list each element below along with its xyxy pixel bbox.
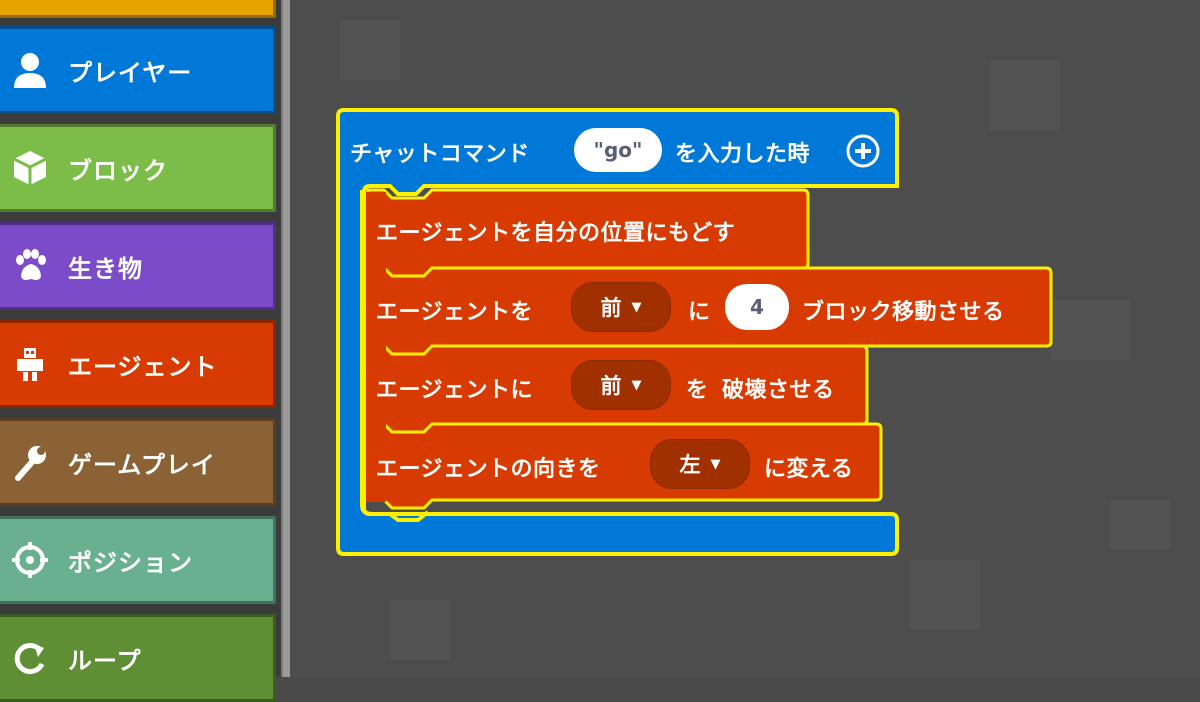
- destroy-block-mid: を: [686, 378, 709, 403]
- category-blocks-label: ブロック: [68, 156, 168, 185]
- destroy-block-prefix: エージェントに: [376, 378, 534, 403]
- category-positions[interactable]: ポジション: [0, 516, 276, 604]
- category-gameplay[interactable]: ゲームプレイ: [0, 418, 276, 506]
- category-player-label: プレイヤー: [68, 58, 193, 87]
- move-direction-value: 前: [600, 296, 622, 320]
- command-input[interactable]: "go": [574, 128, 662, 172]
- category-player[interactable]: プレイヤー: [0, 26, 276, 114]
- category-mobs-label: 生き物: [68, 254, 143, 283]
- category-top-partial[interactable]: [0, 0, 276, 18]
- turn-block-prefix: エージェントの向きを: [376, 457, 601, 482]
- turn-direction-dropdown[interactable]: 左 ▼: [650, 439, 750, 489]
- hat-prefix-text: チャットコマンド: [350, 142, 530, 167]
- toolbox-sidebar: プレイヤー ブロック 生き物 エージェント ゲームプレイ ポジション ループ: [0, 0, 290, 702]
- category-loops-label: ループ: [68, 646, 142, 675]
- destroy-direction-dropdown[interactable]: 前 ▼: [571, 360, 671, 410]
- turn-block-suffix: に変える: [764, 457, 854, 482]
- dropdown-arrow-icon: ▼: [631, 377, 642, 393]
- hat-suffix-text: を入力した時: [675, 142, 811, 167]
- turn-direction-value: 左: [679, 453, 701, 477]
- destroy-block-suffix: 破壊させる: [722, 378, 835, 403]
- move-block-suffix: ブロック移動させる: [802, 300, 1005, 325]
- toolbox-scrollbar[interactable]: [281, 0, 290, 677]
- category-blocks[interactable]: ブロック: [0, 124, 276, 212]
- paw-icon: [6, 242, 54, 290]
- dropdown-arrow-icon: ▼: [710, 456, 721, 472]
- move-block-mid: に: [688, 300, 711, 325]
- move-count-input[interactable]: 4: [725, 284, 789, 330]
- cube-icon: [6, 144, 54, 192]
- return-home-block-text[interactable]: エージェントを自分の位置にもどす: [376, 215, 735, 247]
- chat-command-hat-block[interactable]: チャットコマンド "go" を入力した時: [336, 108, 899, 556]
- crosshair-icon: [6, 536, 54, 584]
- agent-icon: [6, 340, 54, 388]
- move-direction-dropdown[interactable]: 前 ▼: [571, 282, 671, 332]
- wrench-icon: [6, 438, 54, 486]
- dropdown-arrow-icon: ▼: [631, 299, 642, 315]
- category-agent[interactable]: エージェント: [0, 320, 276, 408]
- category-agent-label: エージェント: [68, 352, 218, 381]
- category-mobs[interactable]: 生き物: [0, 222, 276, 310]
- loop-icon: [6, 634, 54, 682]
- category-loops[interactable]: ループ: [0, 614, 276, 702]
- category-gameplay-label: ゲームプレイ: [68, 450, 216, 479]
- move-block-prefix: エージェントを: [376, 300, 534, 325]
- category-positions-label: ポジション: [68, 548, 193, 577]
- plus-circle-icon[interactable]: [846, 134, 880, 168]
- destroy-direction-value: 前: [600, 374, 622, 398]
- person-icon: [6, 46, 54, 94]
